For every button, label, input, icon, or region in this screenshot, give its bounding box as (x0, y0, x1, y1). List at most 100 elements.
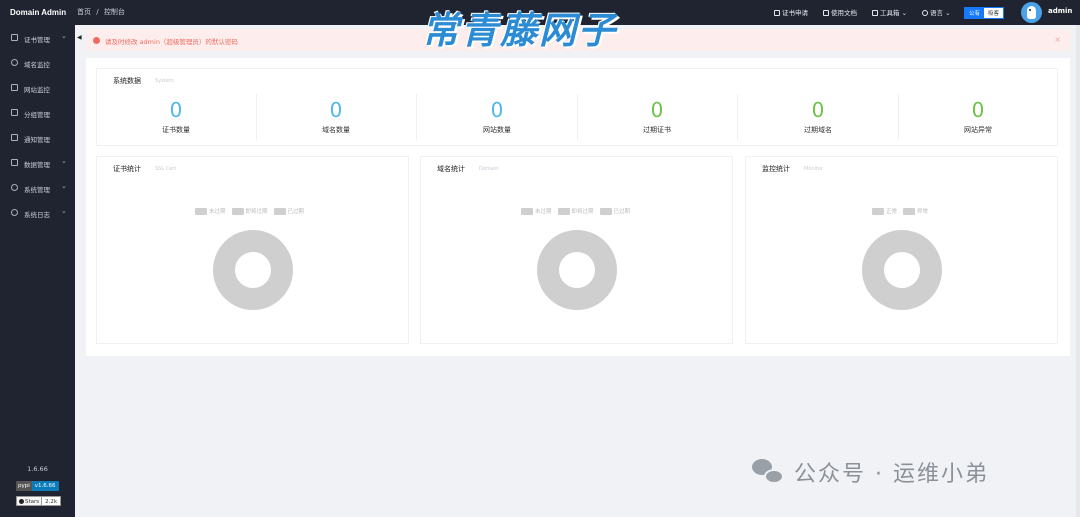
stat-domain-count: 0 域名数量 (256, 98, 416, 144)
chevron-down-icon: ⌄ (61, 32, 67, 40)
docs-link[interactable]: 使用文档 (823, 7, 857, 17)
card-subtitle: Monitor (804, 166, 824, 172)
dashboard-panel: 系统数据 System 0 证书数量 0 域名数量 0 网站数量 0 过期证书 … (86, 58, 1070, 356)
document-icon (823, 10, 829, 16)
chart-legend[interactable]: 未过期 即将过期 已过期 (195, 207, 310, 215)
github-stars-label: Stars (16, 496, 43, 506)
wechat-icon (752, 457, 786, 487)
language-menu[interactable]: 语言 ⌄ (922, 7, 951, 17)
alert-text: 请及时修改 admin（超级管理员）的默认密码 (105, 38, 238, 46)
donut-chart[interactable] (213, 230, 293, 310)
toolbox-menu[interactable]: 工具箱 ⌄ (872, 7, 907, 17)
location-icon (922, 10, 928, 16)
collapse-sidebar-icon[interactable]: ◀ (77, 34, 82, 41)
briefcase-icon (11, 159, 18, 166)
stat-label: 证书数量 (162, 126, 190, 134)
watermark-top: 常青藤网子 (422, 9, 617, 52)
breadcrumb-current: 控制台 (103, 8, 125, 16)
stat-value: 0 (329, 98, 343, 122)
donut-chart[interactable] (862, 230, 942, 310)
sidebar-item-certificates[interactable]: 证书管理 ⌄ (0, 28, 75, 48)
github-stars-count: 2.2k (42, 496, 62, 506)
card-subtitle: SSL Cert (155, 166, 177, 172)
stat-label: 域名数量 (322, 126, 350, 134)
cert-apply-link[interactable]: 证书申请 (774, 7, 808, 17)
ssl-cert-stats-card: 证书统计 SSL Cert 未过期 即将过期 已过期 (96, 156, 409, 344)
avatar[interactable] (1021, 2, 1042, 23)
stat-cert-count: 0 证书数量 (96, 98, 256, 144)
card-title: 证书统计 (113, 165, 141, 173)
stat-value: 0 (971, 98, 985, 122)
username[interactable]: admin (1048, 7, 1072, 15)
mode-toggle-active[interactable]: 公有 (965, 8, 985, 18)
gear-icon (11, 184, 18, 191)
certificate-icon (11, 34, 18, 41)
card-title: 系统数据 (113, 77, 141, 85)
donut-chart[interactable] (537, 230, 617, 310)
stat-label: 网站异常 (964, 126, 992, 134)
edit-icon (774, 10, 780, 16)
watermark-bottom: 公众号 · 运维小弟 (752, 455, 989, 489)
sidebar-item-system[interactable]: 系统管理 ⌄ (0, 178, 75, 198)
toolbox-icon (872, 10, 878, 16)
legend-swatch (599, 207, 612, 215)
stat-value: 0 (169, 98, 183, 122)
pypi-badge[interactable]: pypi v1.6.66 (16, 481, 59, 491)
monitor-icon (11, 84, 18, 91)
stat-value: 0 (490, 98, 504, 122)
clock-icon (11, 209, 18, 216)
chevron-down-icon: ⌄ (901, 9, 908, 17)
sidebar-item-label: 域名监控 (24, 61, 50, 69)
sidebar-item-domains[interactable]: 域名监控 (0, 53, 75, 73)
stat-website-count: 0 网站数量 (417, 98, 577, 144)
warning-icon (93, 37, 100, 44)
sidebar-item-label: 分组管理 (24, 111, 50, 119)
chevron-down-icon: ⌄ (61, 207, 67, 215)
scrollbar[interactable] (1076, 25, 1080, 517)
mode-toggle-inactive[interactable]: 吸客 (984, 8, 1004, 18)
sidebar-item-label: 网站监控 (24, 86, 50, 94)
mail-icon (11, 134, 18, 141)
legend-swatch (195, 207, 207, 215)
chart-legend[interactable]: 未过期 即将过期 已过期 (521, 207, 636, 215)
sidebar-item-data[interactable]: 数据管理 ⌄ (0, 153, 75, 173)
stat-expired-certs: 0 过期证书 (577, 98, 737, 144)
card-title: 域名统计 (437, 165, 465, 173)
monitor-stats-card: 监控统计 Monitor 正常 异常 (745, 156, 1058, 344)
close-icon[interactable]: × (1054, 35, 1061, 44)
sidebar-item-label: 证书管理 (24, 36, 50, 44)
breadcrumb: 首页 / 控制台 (77, 7, 125, 17)
sidebar-item-groups[interactable]: 分组管理 (0, 103, 75, 123)
pypi-badge-value: v1.6.66 (31, 481, 59, 491)
sidebar-item-logs[interactable]: 系统日志 ⌄ (0, 203, 75, 223)
stat-value: 0 (811, 98, 825, 122)
legend-swatch (903, 207, 916, 215)
github-icon (19, 499, 24, 504)
sidebar-item-notifications[interactable]: 通知管理 (0, 128, 75, 148)
card-subtitle: System (155, 78, 174, 84)
chart-legend[interactable]: 正常 异常 (872, 207, 934, 215)
github-stars-badge[interactable]: Stars 2.2k (16, 496, 62, 506)
stat-website-errors: 0 网站异常 (898, 98, 1058, 144)
sidebar: Domain Admin 证书管理 ⌄ 域名监控 网站监控 分组管理 通知管理 … (0, 0, 75, 517)
card-subtitle: Domain (479, 166, 499, 172)
brand-title[interactable]: Domain Admin (0, 0, 75, 25)
breadcrumb-home[interactable]: 首页 (77, 8, 91, 16)
chevron-down-icon: ⌄ (61, 182, 67, 190)
mode-toggle[interactable]: 公有 吸客 (964, 7, 1005, 19)
legend-swatch (521, 207, 533, 215)
chevron-down-icon: ⌄ (945, 9, 951, 17)
stat-label: 过期域名 (804, 126, 832, 134)
sidebar-item-label: 数据管理 (24, 161, 50, 169)
sidebar-item-label: 通知管理 (24, 136, 50, 144)
pypi-badge-label: pypi (16, 481, 32, 491)
stat-label: 网站数量 (483, 126, 511, 134)
legend-swatch (872, 207, 884, 215)
sidebar-item-label: 系统管理 (24, 186, 50, 194)
legend-swatch (557, 207, 570, 215)
folder-icon (11, 109, 18, 116)
legend-swatch (231, 207, 244, 215)
chevron-down-icon: ⌄ (61, 157, 67, 165)
sidebar-item-websites[interactable]: 网站监控 (0, 78, 75, 98)
stat-label: 过期证书 (643, 126, 671, 134)
